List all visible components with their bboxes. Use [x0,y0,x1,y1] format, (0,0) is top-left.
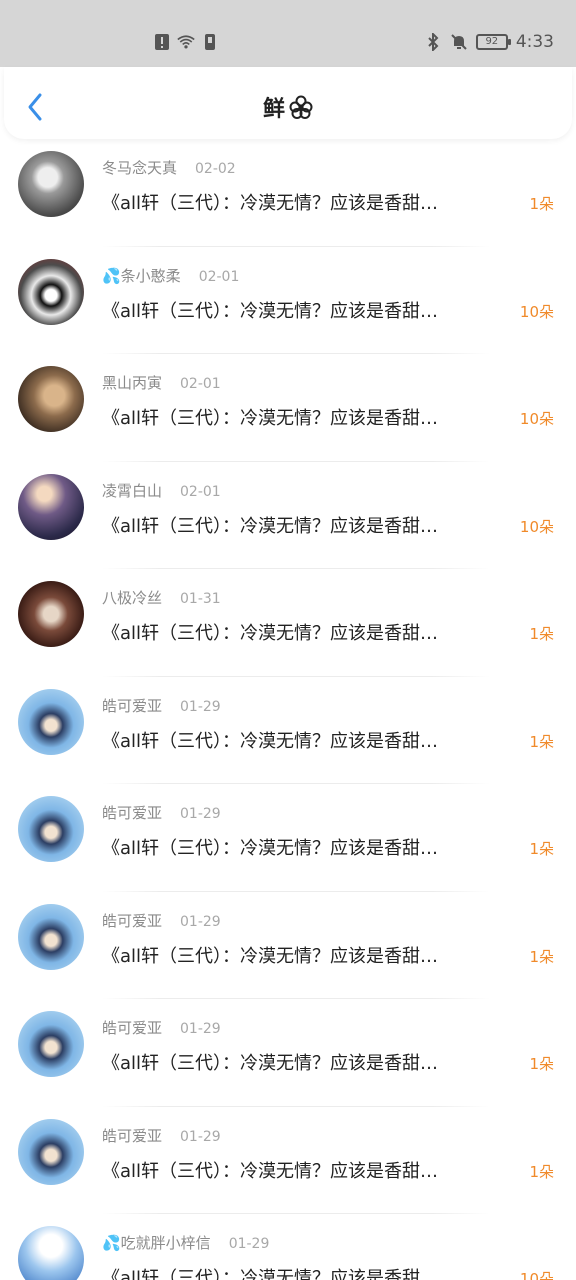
flower-icon [289,95,313,119]
username[interactable]: 凌霄白山 [102,480,162,501]
page-title: 鲜 [262,97,285,122]
status-left [153,32,219,52]
item-content[interactable]: 《all轩（三代）：冷漠无情？应该是香甜… [102,404,514,430]
avatar[interactable] [18,151,84,217]
avatar[interactable] [18,903,84,970]
date: 02-01 [180,376,221,392]
flower-count: 1朵 [529,625,554,643]
item-content[interactable]: 《all轩（三代）：冷漠无情？应该是香甜… [102,727,514,753]
username[interactable]: 黑山丙寅 [102,372,162,393]
date: 01-29 [180,698,221,715]
flower-count: 1朵 [529,947,554,966]
username[interactable]: 皓可爱亚 [102,910,162,931]
item-meta: 💦条小憨柔 02-01 [102,265,239,286]
flower-count: 10朵 [519,302,554,321]
flower-count: 1朵 [529,195,554,213]
sim-icon [201,32,219,52]
page-header: 鲜 [4,67,572,139]
title-wrap: 鲜 [4,91,572,123]
item-meta: 皓可爱亚 01-29 [102,695,221,716]
flower-count: 1朵 [529,732,554,751]
item-meta: 皓可爱亚 01-29 [102,802,221,823]
avatar[interactable] [18,1226,84,1280]
item-meta: 皓可爱亚 01-29 [102,1125,221,1146]
list-item[interactable]: 皓可爱亚 01-29 《all轩（三代）：冷漠无情？应该是香甜… 1朵 [0,999,576,1107]
list-item[interactable]: 皓可爱亚 01-29 《all轩（三代）：冷漠无情？应该是香甜… 1朵 [0,1107,576,1214]
flower-count: 10朵 [519,1270,554,1280]
flower-count: 10朵 [519,517,554,536]
avatar[interactable] [18,688,84,755]
mute-icon [450,32,468,52]
item-content[interactable]: 《all轩（三代）：冷漠无情？应该是香甜… [102,619,514,645]
username[interactable]: 💦吃就胖小梓信 [102,1232,211,1253]
avatar[interactable] [18,1118,84,1185]
item-content[interactable]: 《all轩（三代）：冷漠无情？应该是香甜… [102,297,514,323]
list-item[interactable]: 黑山丙寅 02-01 《all轩（三代）：冷漠无情？应该是香甜… 10朵 [0,354,576,462]
item-meta: 黑山丙寅 02-01 [102,372,221,393]
avatar[interactable] [18,258,84,325]
date: 01-31 [180,591,221,607]
status-right: 92 4:33 [424,32,554,52]
username[interactable]: 皓可爱亚 [102,1017,162,1038]
status-bar: 92 4:33 [0,0,576,67]
clock: 4:33 [515,32,554,52]
flower-count: 1朵 [529,1162,554,1181]
username[interactable]: 皓可爱亚 [102,695,162,716]
flower-count: 1朵 [529,1055,554,1073]
list-item[interactable]: 💦条小憨柔 02-01 《all轩（三代）：冷漠无情？应该是香甜… 10朵 [0,247,576,354]
item-content[interactable]: 《all轩（三代）：冷漠无情？应该是香甜… [102,189,514,215]
item-meta: 八极冷丝 01-31 [102,587,221,608]
list-item[interactable]: 八极冷丝 01-31 《all轩（三代）：冷漠无情？应该是香甜… 1朵 [0,569,576,677]
username[interactable]: 皓可爱亚 [102,802,162,823]
list-item[interactable]: 皓可爱亚 01-29 《all轩（三代）：冷漠无情？应该是香甜… 1朵 [0,677,576,784]
avatar[interactable] [18,473,84,540]
username[interactable]: 💦条小憨柔 [102,265,181,286]
username[interactable]: 冬马念天真 [102,157,177,178]
list-item[interactable]: 皓可爱亚 01-29 《all轩（三代）：冷漠无情？应该是香甜… 1朵 [0,784,576,892]
item-content[interactable]: 《all轩（三代）：冷漠无情？应该是香甜… [102,1157,514,1183]
username[interactable]: 八极冷丝 [102,587,162,608]
flower-count: 10朵 [519,410,554,428]
item-meta: 凌霄白山 02-01 [102,480,221,501]
flower-count: 1朵 [529,840,554,858]
item-content[interactable]: 《all轩（三代）：冷漠无情？应该是香甜… [102,834,514,860]
date: 02-01 [198,268,240,285]
item-meta: 冬马念天真 02-02 [102,157,236,178]
date: 01-29 [180,1021,221,1037]
battery-indicator: 92 [475,34,511,50]
avatar[interactable] [18,366,84,432]
date: 02-02 [195,161,236,177]
avatar[interactable] [18,1011,84,1077]
item-meta: 💦吃就胖小梓信 01-29 [102,1232,269,1253]
item-content[interactable]: 《all轩（三代）：冷漠无情？应该是香甜… [102,1264,514,1280]
item-content[interactable]: 《all轩（三代）：冷漠无情？应该是香甜… [102,512,514,538]
alert-icon [153,32,171,52]
date: 01-29 [180,913,221,930]
list-item[interactable]: 冬马念天真 02-02 《all轩（三代）：冷漠无情？应该是香甜… 1朵 [0,139,576,247]
date: 01-29 [228,1236,270,1252]
item-meta: 皓可爱亚 01-29 [102,910,221,931]
item-content[interactable]: 《all轩（三代）：冷漠无情？应该是香甜… [102,942,514,968]
list-item[interactable]: 皓可爱亚 01-29 《all轩（三代）：冷漠无情？应该是香甜… 1朵 [0,892,576,999]
list-item[interactable]: 凌霄白山 02-01 《all轩（三代）：冷漠无情？应该是香甜… 10朵 [0,462,576,569]
date: 01-29 [180,806,221,822]
avatar[interactable] [18,581,84,647]
date: 02-01 [180,483,221,500]
avatar[interactable] [18,796,84,862]
list-item[interactable]: 💦吃就胖小梓信 01-29 《all轩（三代）：冷漠无情？应该是香甜… 10朵 [0,1214,576,1280]
username[interactable]: 皓可爱亚 [102,1125,162,1146]
flower-list: 冬马念天真 02-02 《all轩（三代）：冷漠无情？应该是香甜… 1朵 💦条小憨柔 02… [0,139,576,1280]
wifi-icon [177,32,195,52]
date: 01-29 [180,1128,221,1145]
item-content[interactable]: 《all轩（三代）：冷漠无情？应该是香甜… [102,1049,514,1075]
bluetooth-icon [424,32,442,52]
item-meta: 皓可爱亚 01-29 [102,1017,221,1038]
